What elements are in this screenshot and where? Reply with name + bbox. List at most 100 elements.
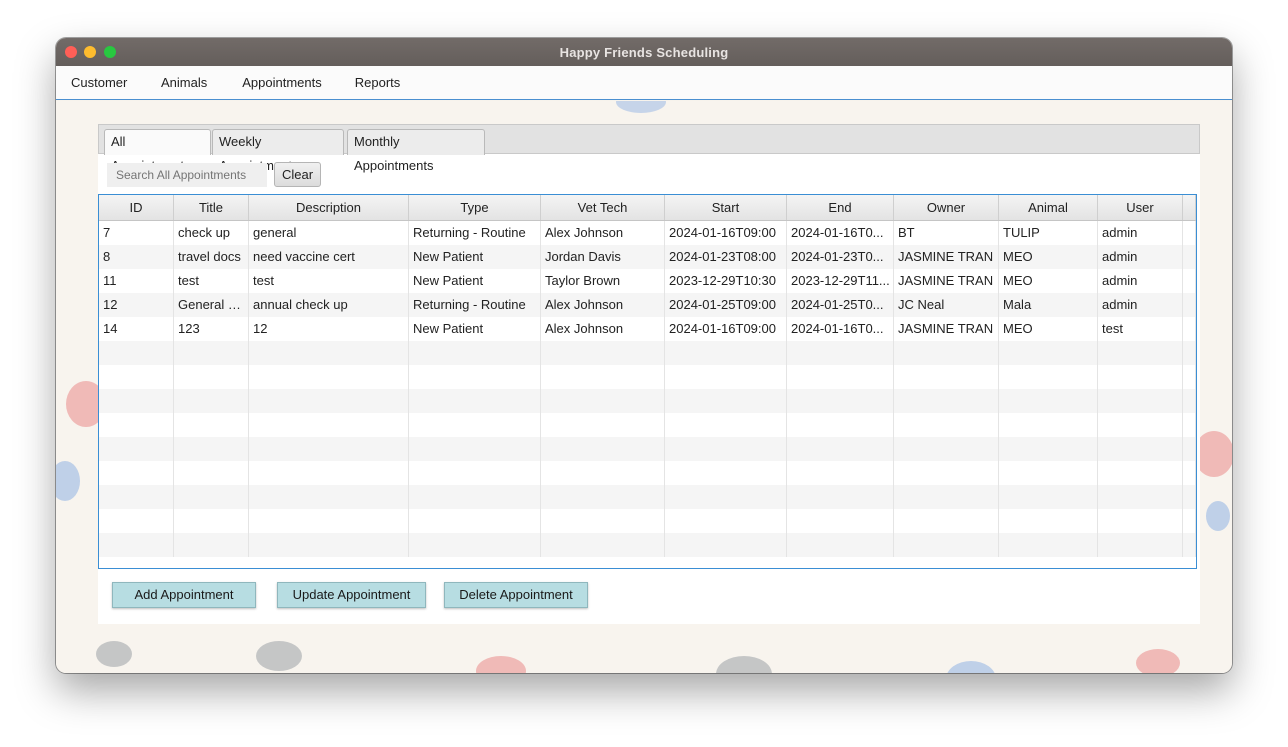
table-cell	[665, 341, 787, 365]
table-row[interactable]: 8 travel docs need vaccine cert New Patient…	[99, 245, 1196, 269]
table-row[interactable]: 12 General C... annual check up Returning -…	[99, 293, 1196, 317]
table-cell-filler	[1183, 437, 1196, 461]
table-cell	[999, 509, 1098, 533]
column-header[interactable]: Animal	[999, 195, 1098, 220]
table-cell	[249, 365, 409, 389]
table-cell	[541, 413, 665, 437]
table-cell: 8	[99, 245, 174, 269]
menu-animals[interactable]: Animals	[146, 75, 222, 90]
tab-monthly-appointments[interactable]: Monthly Appointments	[347, 129, 485, 173]
tab-weekly-appointments[interactable]: Weekly Appointments	[212, 129, 344, 173]
empty-table-row	[99, 437, 1196, 461]
table-cell: 11	[99, 269, 174, 293]
zoom-window-button[interactable]	[104, 46, 116, 58]
table-cell: New Patient	[409, 269, 541, 293]
empty-table-row	[99, 533, 1196, 557]
table-cell-filler	[1183, 509, 1196, 533]
table-cell	[541, 341, 665, 365]
table-cell: 14	[99, 317, 174, 341]
table-cell	[665, 485, 787, 509]
table-cell	[665, 461, 787, 485]
column-header[interactable]: User	[1098, 195, 1183, 220]
column-header[interactable]: End	[787, 195, 894, 220]
table-cell: Returning - Routine	[409, 221, 541, 245]
clear-button[interactable]: Clear	[274, 162, 321, 187]
table-cell: JC Neal	[894, 293, 999, 317]
paw-background: All Appointments Weekly Appointments Mon…	[56, 101, 1232, 673]
delete-appointment-button[interactable]: Delete Appointment	[444, 582, 588, 608]
table-cell	[99, 509, 174, 533]
column-header[interactable]: Owner	[894, 195, 999, 220]
table-cell	[174, 437, 249, 461]
update-appointment-button[interactable]: Update Appointment	[277, 582, 426, 608]
table-row[interactable]: 14 123 12 New Patient Alex Johnson 2024-01-16…	[99, 317, 1196, 341]
menu-appointments[interactable]: Appointments	[222, 75, 337, 90]
table-cell: admin	[1098, 221, 1183, 245]
table-cell	[541, 437, 665, 461]
table-cell	[249, 533, 409, 557]
table-cell	[787, 341, 894, 365]
table-cell	[249, 341, 409, 365]
column-header[interactable]: Title	[174, 195, 249, 220]
table-cell: General C...	[174, 293, 249, 317]
table-cell: annual check up	[249, 293, 409, 317]
table-cell-filler	[1183, 341, 1196, 365]
column-header[interactable]: Vet Tech	[541, 195, 665, 220]
table-cell-filler	[1183, 269, 1196, 293]
column-header[interactable]: ID	[99, 195, 174, 220]
table-cell	[249, 437, 409, 461]
table-cell: MEO	[999, 245, 1098, 269]
table-cell: test	[1098, 317, 1183, 341]
empty-table-row	[99, 509, 1196, 533]
table-cell	[787, 509, 894, 533]
table-row[interactable]: 7 check up general Returning - Routine Alex …	[99, 221, 1196, 245]
table-cell	[1098, 533, 1183, 557]
appointments-panel: All Appointments Weekly Appointments Mon…	[98, 124, 1200, 624]
menu-customer[interactable]: Customer	[56, 75, 146, 90]
table-cell	[174, 485, 249, 509]
table-cell: 123	[174, 317, 249, 341]
table-cell	[1098, 365, 1183, 389]
table-cell	[409, 533, 541, 557]
table-cell: 2023-12-29T11...	[787, 269, 894, 293]
table-cell	[174, 509, 249, 533]
table-cell: need vaccine cert	[249, 245, 409, 269]
table-cell	[99, 485, 174, 509]
table-cell: check up	[174, 221, 249, 245]
empty-table-row	[99, 413, 1196, 437]
minimize-window-button[interactable]	[84, 46, 96, 58]
column-header[interactable]: Start	[665, 195, 787, 220]
table-cell	[541, 533, 665, 557]
column-header-filler	[1183, 195, 1196, 220]
table-cell	[409, 389, 541, 413]
table-cell	[409, 365, 541, 389]
empty-table-row	[99, 341, 1196, 365]
table-cell: Alex Johnson	[541, 317, 665, 341]
table-cell: 2024-01-25T0...	[787, 293, 894, 317]
table-cell-filler	[1183, 293, 1196, 317]
table-cell	[665, 437, 787, 461]
column-header[interactable]: Description	[249, 195, 409, 220]
menu-reports[interactable]: Reports	[337, 75, 416, 90]
table-cell	[894, 389, 999, 413]
table-cell	[894, 341, 999, 365]
table-cell	[174, 533, 249, 557]
table-cell	[665, 365, 787, 389]
table-cell-filler	[1183, 221, 1196, 245]
table-cell	[409, 509, 541, 533]
table-row[interactable]: 11 test test New Patient Taylor Brown 2023-12…	[99, 269, 1196, 293]
table-cell	[409, 437, 541, 461]
table-cell: 7	[99, 221, 174, 245]
table-cell: Mala	[999, 293, 1098, 317]
table-cell: JASMINE TRAN	[894, 245, 999, 269]
tab-all-appointments[interactable]: All Appointments	[104, 129, 211, 173]
table-cell-filler	[1183, 485, 1196, 509]
search-input[interactable]	[107, 163, 267, 187]
column-header[interactable]: Type	[409, 195, 541, 220]
close-window-button[interactable]	[65, 46, 77, 58]
table-cell: JASMINE TRAN	[894, 317, 999, 341]
table-cell	[894, 413, 999, 437]
table-cell	[99, 533, 174, 557]
add-appointment-button[interactable]: Add Appointment	[112, 582, 256, 608]
table-cell: New Patient	[409, 245, 541, 269]
